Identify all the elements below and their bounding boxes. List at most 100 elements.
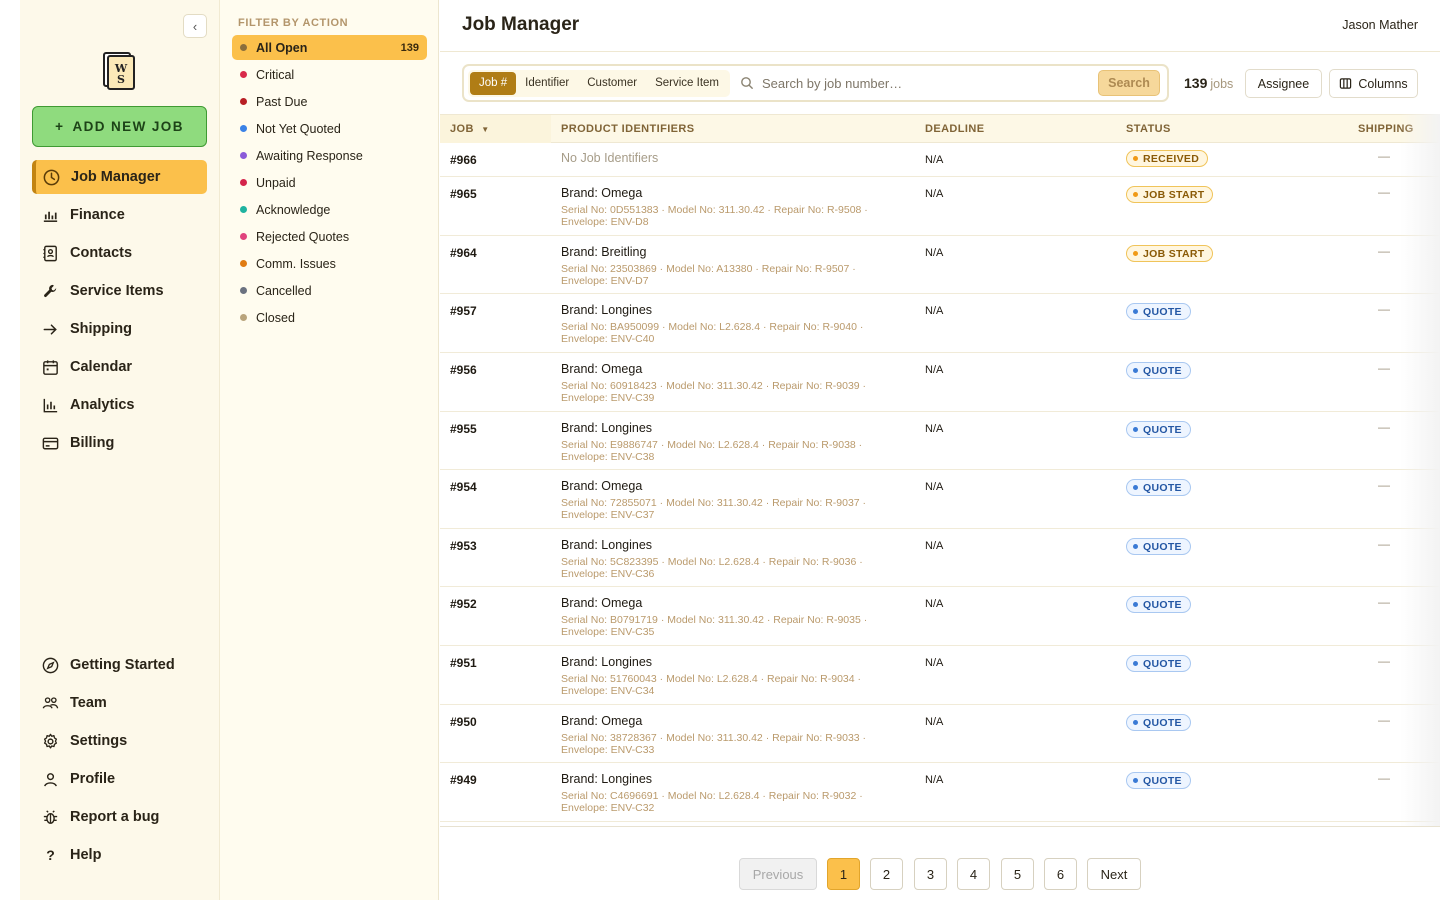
shipping-value: —: [1378, 771, 1390, 785]
nav-item-label: Service Items: [70, 283, 164, 299]
job-number[interactable]: #955: [450, 422, 477, 436]
filter-closed[interactable]: Closed: [232, 305, 427, 330]
table-row[interactable]: #966 No Job Identifiers N/A RECEIVED —: [440, 143, 1440, 177]
status-badge: QUOTE: [1126, 655, 1191, 672]
table-row[interactable]: #951 Brand: Longines Serial No: 51760043…: [440, 646, 1440, 705]
filter-label: Past Due: [256, 94, 308, 109]
page-button-1[interactable]: 1: [827, 858, 860, 890]
nav-item-label: Help: [70, 847, 102, 863]
filter-label: Unpaid: [256, 175, 296, 190]
job-number[interactable]: #965: [450, 187, 477, 201]
nav-item-analytics[interactable]: Analytics: [32, 388, 207, 422]
nav-item-job-manager[interactable]: Job Manager: [32, 160, 207, 194]
filter-unpaid[interactable]: Unpaid: [232, 170, 427, 195]
filter-acknowledge[interactable]: Acknowledge: [232, 197, 427, 222]
page-button-2[interactable]: 2: [870, 858, 903, 890]
status-label: QUOTE: [1143, 774, 1182, 787]
filter-awaiting-response[interactable]: Awaiting Response: [232, 143, 427, 168]
user-menu[interactable]: Jason Mather: [1342, 18, 1418, 32]
app-logo[interactable]: W S: [100, 50, 138, 90]
search-input[interactable]: [762, 71, 1092, 95]
table-row[interactable]: #950 Brand: Omega Serial No: 38728367 · …: [440, 705, 1440, 763]
job-number[interactable]: #957: [450, 304, 477, 318]
nav-item-billing[interactable]: Billing: [32, 426, 207, 460]
table-row[interactable]: #965 Brand: Omega Serial No: 0D551383 · …: [440, 177, 1440, 236]
table-row[interactable]: #956 Brand: Omega Serial No: 60918423 · …: [440, 353, 1440, 412]
job-number[interactable]: #950: [450, 715, 477, 729]
nav-item-getting-started[interactable]: Getting Started: [32, 648, 207, 682]
job-number[interactable]: #949: [450, 773, 477, 787]
table-row[interactable]: #949 Brand: Longines Serial No: C4696691…: [440, 763, 1440, 822]
assignee-button[interactable]: Assignee: [1245, 69, 1322, 98]
search-mode-service-item[interactable]: Service Item: [646, 72, 728, 95]
bar-chart-icon: [43, 211, 58, 222]
search-button[interactable]: Search: [1098, 70, 1160, 96]
column-header-shipping[interactable]: SHIPPING: [1358, 123, 1414, 135]
search-mode-job-number[interactable]: Job #: [470, 72, 517, 95]
page-button-5[interactable]: 5: [1001, 858, 1034, 890]
filter-past-due[interactable]: Past Due: [232, 89, 427, 114]
column-header-product-identifiers[interactable]: PRODUCT IDENTIFIERS: [561, 123, 695, 135]
table-row[interactable]: #955 Brand: Longines Serial No: E9886747…: [440, 412, 1440, 470]
filter-dot: [240, 287, 247, 294]
job-number[interactable]: #952: [450, 597, 477, 611]
search-mode-identifier[interactable]: Identifier: [516, 72, 578, 95]
status-badge: JOB START: [1126, 186, 1214, 203]
nav-item-finance[interactable]: Finance: [32, 198, 207, 232]
nav-item-report-bug[interactable]: Report a bug: [32, 800, 207, 834]
filter-critical[interactable]: Critical: [232, 62, 427, 87]
nav-item-contacts[interactable]: Contacts: [32, 236, 207, 270]
chevron-left-icon: ‹: [192, 18, 198, 34]
column-header-job[interactable]: JOB ▼: [450, 123, 490, 135]
filter-cancelled[interactable]: Cancelled: [232, 278, 427, 303]
page-button-6[interactable]: 6: [1044, 858, 1077, 890]
columns-button[interactable]: Columns: [1329, 69, 1418, 98]
filter-count: 139: [400, 41, 419, 54]
job-number[interactable]: #954: [450, 480, 477, 494]
calendar-icon: [43, 359, 58, 375]
column-header-status[interactable]: STATUS: [1126, 123, 1171, 135]
next-page-button[interactable]: Next: [1087, 858, 1141, 890]
nav-item-team[interactable]: Team: [32, 686, 207, 720]
table-row[interactable]: #957 Brand: Longines Serial No: BA950099…: [440, 294, 1440, 353]
filter-comm-issues[interactable]: Comm. Issues: [232, 251, 427, 276]
page-button-3[interactable]: 3: [914, 858, 947, 890]
nav-item-profile[interactable]: Profile: [32, 762, 207, 796]
deadline: N/A: [925, 188, 944, 200]
job-number[interactable]: #966: [450, 153, 477, 167]
filter-dot: [240, 233, 247, 240]
filter-dot: [240, 44, 247, 51]
nav-item-settings[interactable]: Settings: [32, 724, 207, 758]
product-brand: No Job Identifiers: [561, 151, 659, 165]
job-number[interactable]: #964: [450, 246, 477, 260]
collapse-sidebar-button[interactable]: ‹: [183, 14, 207, 38]
shipping-value: —: [1378, 478, 1390, 492]
deadline: N/A: [925, 305, 944, 317]
product-brand: Brand: Longines: [561, 772, 653, 786]
page-button-4[interactable]: 4: [957, 858, 990, 890]
nav-item-service-items[interactable]: Service Items: [32, 274, 207, 308]
table-row[interactable]: #953 Brand: Longines Serial No: 5C823395…: [440, 529, 1440, 587]
table-row[interactable]: #954 Brand: Omega Serial No: 72855071 · …: [440, 470, 1440, 529]
column-header-deadline[interactable]: DEADLINE: [925, 123, 984, 135]
job-number[interactable]: #951: [450, 656, 477, 670]
deadline: N/A: [925, 364, 944, 376]
filter-not-yet-quoted[interactable]: Not Yet Quoted: [232, 116, 427, 141]
filter-all-open[interactable]: All Open 139: [232, 35, 427, 60]
product-brand: Brand: Omega: [561, 362, 643, 376]
search-mode-customer[interactable]: Customer: [578, 72, 646, 95]
filter-dot: [240, 152, 247, 159]
filter-rejected-quotes[interactable]: Rejected Quotes: [232, 224, 427, 249]
columns-label: Columns: [1358, 76, 1408, 91]
add-new-job-button[interactable]: + ADD NEW JOB: [32, 106, 207, 147]
previous-page-button[interactable]: Previous: [739, 858, 817, 890]
job-number[interactable]: #953: [450, 539, 477, 553]
table-row[interactable]: #952 Brand: Omega Serial No: B0791719 · …: [440, 587, 1440, 646]
nav-item-help[interactable]: ? Help: [32, 838, 207, 872]
main-content: Job Manager Jason Mather Job # Identifie…: [440, 0, 1440, 900]
nav-item-calendar[interactable]: Calendar: [32, 350, 207, 384]
bug-icon: [43, 809, 58, 824]
nav-item-shipping[interactable]: Shipping: [32, 312, 207, 346]
table-row[interactable]: #964 Brand: Breitling Serial No: 2350386…: [440, 236, 1440, 294]
job-number[interactable]: #956: [450, 363, 477, 377]
